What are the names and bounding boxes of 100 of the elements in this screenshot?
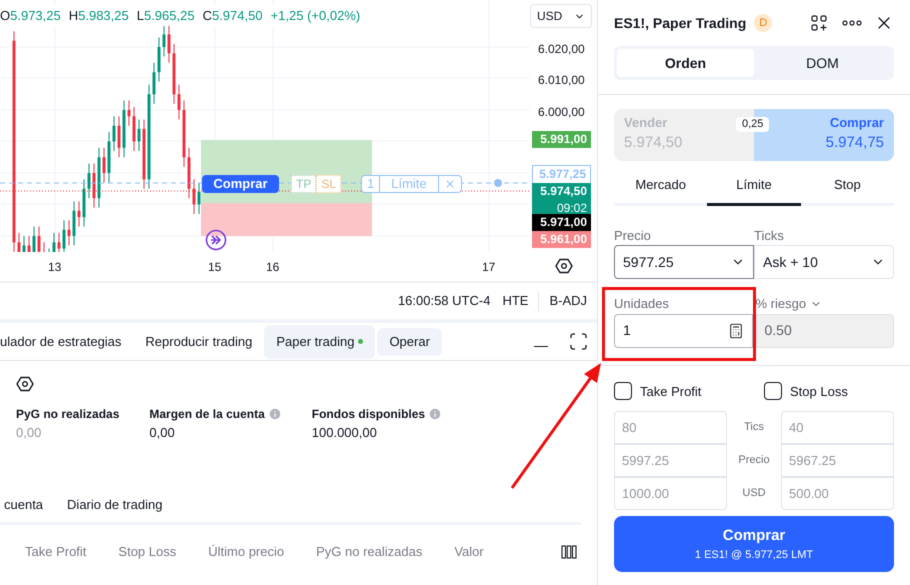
candle <box>188 147 190 199</box>
session-button[interactable]: HTE <box>502 291 540 311</box>
checkbox-label: Take Profit <box>640 382 702 400</box>
candle <box>138 118 140 152</box>
candle <box>108 132 110 183</box>
line-handle-icon[interactable] <box>494 179 502 187</box>
candle <box>102 147 106 183</box>
price-field[interactable]: 5977.25 <box>614 245 754 279</box>
candle <box>178 84 180 120</box>
candle <box>38 226 40 252</box>
operate-button[interactable]: Operar <box>377 328 442 356</box>
metric-label: Margen de la cuenta <box>149 406 265 423</box>
bracket-field[interactable]: 1000.00 <box>614 477 727 510</box>
maximize-icon[interactable] <box>570 333 587 350</box>
candle <box>182 100 186 168</box>
clock-time: 16:00:58 UTC-4 <box>398 292 490 310</box>
candle <box>42 242 46 252</box>
metric-label: PyG no realizadas <box>16 406 120 423</box>
order-type-tab[interactable]: Stop <box>800 171 894 206</box>
adjustment-button[interactable]: B-ADJ <box>549 291 587 311</box>
candle <box>28 236 30 252</box>
candle <box>172 43 176 104</box>
ohlc-value: C5.974,50 <box>202 7 263 25</box>
bracket-field[interactable]: 5997.25 <box>614 444 727 477</box>
metric-value: 0,00 <box>16 424 42 442</box>
more-icon[interactable] <box>842 19 862 27</box>
price-badge: 5.974,50 09:02 <box>532 183 591 217</box>
delay-badge: D <box>754 14 772 32</box>
ohlc-value: O5.973,25 <box>0 7 61 25</box>
account-tab[interactable]: Diario de trading <box>67 494 162 514</box>
row-label: Tics <box>744 420 764 436</box>
candle <box>62 220 66 252</box>
ticks-dropdown[interactable]: Ask + 10 <box>754 245 894 279</box>
units-field[interactable]: 1 <box>614 314 752 348</box>
column-header[interactable]: Último precio <box>208 542 284 562</box>
price-badge: 5.977,25 <box>532 165 591 184</box>
ohlc-value: H5.983,25 <box>68 7 129 25</box>
time-label: 16 <box>266 259 280 276</box>
metric-value: 0,00 <box>149 424 176 442</box>
candle <box>22 236 26 252</box>
checkbox[interactable] <box>764 382 782 400</box>
panel-tab[interactable]: ulador de estrategias <box>0 324 134 358</box>
candle <box>52 232 56 252</box>
price-badge: 5.971,00 <box>532 214 591 231</box>
settings-icon[interactable] <box>16 375 34 393</box>
add-widget-icon[interactable] <box>810 14 828 32</box>
column-header[interactable]: Valor <box>454 542 484 562</box>
order-type-tab[interactable]: Mercado <box>614 171 708 206</box>
view-tab[interactable]: Orden <box>617 49 754 77</box>
bracket-field[interactable]: 40 <box>781 411 894 444</box>
ohlc-value: L5.965,25 <box>136 7 195 25</box>
candle <box>78 200 80 228</box>
order-type-tab[interactable]: Límite <box>707 171 801 206</box>
price-badge: 5.961,00 <box>532 231 591 248</box>
candle <box>162 24 166 57</box>
candle <box>152 62 156 104</box>
checkbox-label: Stop Loss <box>790 382 848 401</box>
time-label: 13 <box>48 259 62 276</box>
order-type: Límite <box>380 176 439 192</box>
field-label: Ticks <box>754 226 785 244</box>
minimize-icon[interactable] <box>534 346 548 348</box>
panel-tab[interactable]: Reproducir trading <box>133 324 264 358</box>
price-label: 6.020,00 <box>538 41 585 58</box>
price-badge: 5.991,00 <box>532 131 591 148</box>
submit-order-button[interactable]: Comprar 1 ES1! @ 5.977,25 LMT <box>614 516 894 572</box>
panel-title: ES1!, Paper Trading <box>614 14 746 33</box>
candle <box>198 182 200 214</box>
columns-icon[interactable] <box>561 544 577 559</box>
row-label: Precio <box>738 453 770 468</box>
metric-label: Fondos disponibles <box>312 406 426 423</box>
bracket-field[interactable]: 500.00 <box>781 477 894 510</box>
candle <box>92 163 96 208</box>
field-label: Unidades <box>614 295 670 313</box>
calculator-icon[interactable] <box>728 322 744 338</box>
time-label: 15 <box>208 259 222 276</box>
bracket-field[interactable]: 5967.25 <box>781 444 894 477</box>
candle <box>142 118 146 190</box>
candle <box>158 37 160 82</box>
candle <box>128 100 130 126</box>
bracket-field[interactable]: 80 <box>614 411 727 444</box>
column-header[interactable]: PyG no realizadas <box>316 542 422 562</box>
column-header[interactable]: Stop Loss <box>118 542 176 562</box>
order-side-button[interactable]: Comprar <box>202 175 279 193</box>
account-tab[interactable]: cuenta <box>4 494 44 514</box>
candle <box>98 147 100 208</box>
candle <box>58 232 60 252</box>
time-label: 17 <box>482 259 496 276</box>
candle <box>68 220 70 246</box>
candle <box>82 178 86 228</box>
column-header[interactable]: Take Profit <box>25 542 86 562</box>
checkbox[interactable] <box>614 382 632 400</box>
view-tab[interactable]: DOM <box>754 49 891 77</box>
candle <box>168 24 170 64</box>
field-label: Precio <box>614 226 652 244</box>
panel-tab[interactable]: Paper trading <box>264 324 376 358</box>
candle <box>192 178 196 214</box>
settings-icon[interactable] <box>555 257 573 275</box>
currency-dropdown[interactable]: USD <box>530 4 592 28</box>
candle <box>18 232 20 252</box>
metric-value: 100.000,00 <box>312 424 378 442</box>
